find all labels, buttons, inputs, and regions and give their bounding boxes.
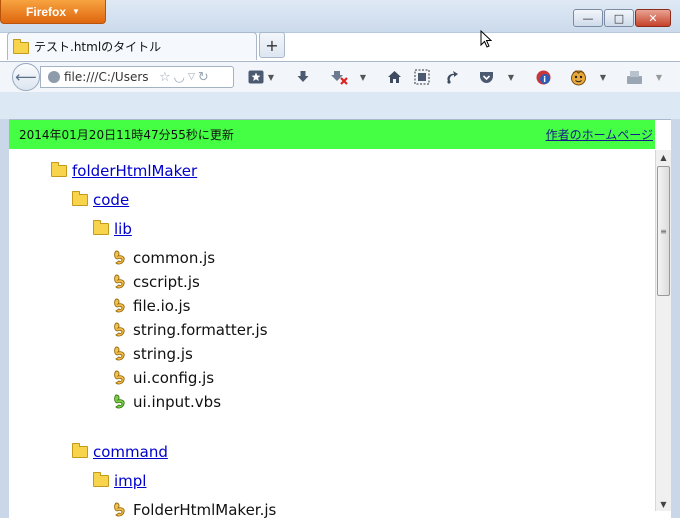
file-name: common.js (133, 249, 216, 267)
dropdown-icon[interactable]: ▽ (188, 72, 195, 82)
file-name: ui.input.vbs (133, 393, 222, 411)
pocket-dropdown-icon[interactable]: ▼ (506, 67, 516, 87)
update-header: 2014年01月20日11時47分55秒に更新 作者のホームページ (9, 120, 655, 149)
file-name: FolderHtmlMaker.js (133, 501, 277, 518)
tree-folder-command[interactable]: command (72, 443, 168, 461)
window-frame-left (0, 119, 9, 518)
folder-icon (51, 162, 67, 177)
js-script-icon (114, 250, 125, 265)
screenshot-icon[interactable] (412, 67, 432, 87)
file-name: cscript.js (133, 273, 200, 291)
reload-icon[interactable]: ↻ (198, 70, 209, 85)
folder-icon (72, 191, 88, 206)
vertical-scrollbar[interactable]: ▲ ≡ ▼ (655, 150, 671, 511)
bookmarks-toolbar (0, 92, 680, 120)
chevron-down-icon: ▼ (72, 7, 80, 16)
svg-text:i: i (543, 75, 546, 84)
url-input[interactable] (64, 70, 156, 84)
tree-file[interactable]: string.js (113, 345, 193, 363)
back-arrow-icon: ⟵ (15, 68, 37, 86)
tree-folder-impl[interactable]: impl (93, 472, 146, 490)
vbs-script-icon (114, 394, 125, 409)
tab-label: テスト.htmlのタイトル (34, 40, 162, 54)
folder-icon (93, 220, 109, 235)
scroll-up-arrow-icon[interactable]: ▲ (656, 150, 671, 164)
globe-icon (48, 71, 60, 83)
tree-file[interactable]: cscript.js (113, 273, 200, 291)
js-script-icon (114, 502, 125, 517)
new-tab-button[interactable]: + (259, 32, 285, 58)
firefox-menu-button[interactable]: Firefox ▼ (0, 0, 106, 24)
downloads-icon[interactable] (294, 67, 312, 87)
page-content: 2014年01月20日11時47分55秒に更新 作者のホームページ folder… (9, 120, 655, 518)
firefox-menu-label: Firefox (26, 4, 67, 19)
folder-link[interactable]: impl (114, 472, 146, 490)
folder-icon (13, 39, 29, 54)
folder-icon (72, 443, 88, 458)
folder-icon (93, 472, 109, 487)
star-icon[interactable]: ☆ (159, 70, 171, 85)
tree-folder-code[interactable]: code (72, 191, 129, 209)
file-name: string.formatter.js (133, 321, 268, 339)
tree-file[interactable]: ui.input.vbs (113, 393, 221, 411)
folder-link[interactable]: folderHtmlMaker (72, 162, 197, 180)
file-name: ui.config.js (133, 369, 215, 387)
js-script-icon (114, 322, 125, 337)
pocket-icon[interactable] (477, 67, 495, 87)
pocket-save-icon[interactable]: ◡ (174, 70, 185, 85)
tree-folder-root[interactable]: folderHtmlMaker (51, 162, 197, 180)
folder-link[interactable]: code (93, 191, 129, 209)
avatar-dropdown-icon[interactable]: ▼ (598, 67, 608, 87)
minimize-button[interactable]: — (573, 9, 603, 27)
folder-link[interactable]: lib (114, 220, 132, 238)
url-bar[interactable]: ☆ ◡ ▽ ↻ (40, 66, 234, 88)
bookmarks-icon[interactable] (246, 67, 266, 87)
js-script-icon (114, 298, 125, 313)
js-script-icon (114, 370, 125, 385)
addon-blocked-icon[interactable] (330, 67, 350, 87)
tab-active[interactable]: テスト.htmlのタイトル (7, 32, 257, 60)
file-name: file.io.js (133, 297, 191, 315)
scroll-down-arrow-icon[interactable]: ▼ (656, 497, 671, 511)
author-homepage-link[interactable]: 作者のホームページ (546, 126, 653, 143)
back-button[interactable]: ⟵ (12, 63, 40, 91)
tree-file[interactable]: string.formatter.js (113, 321, 268, 339)
folder-link[interactable]: command (93, 443, 168, 461)
close-button[interactable]: ✕ (635, 9, 671, 27)
tree-file[interactable]: file.io.js (113, 297, 190, 315)
addon-info-icon[interactable]: i (533, 67, 553, 87)
updated-timestamp: 2014年01月20日11時47分55秒に更新 (19, 128, 234, 142)
plugin-dropdown-icon[interactable]: ▼ (654, 67, 664, 87)
file-name: string.js (133, 345, 193, 363)
addon-dropdown-icon[interactable]: ▼ (358, 67, 368, 87)
plugin-icon[interactable] (624, 67, 644, 87)
tab-strip: テスト.htmlのタイトル + (0, 32, 680, 62)
window-frame-right (671, 119, 680, 518)
tree-file[interactable]: FolderHtmlMaker.js (113, 501, 276, 518)
js-script-icon (114, 346, 125, 361)
scrollbar-thumb[interactable]: ≡ (657, 166, 670, 296)
maximize-button[interactable]: □ (604, 9, 634, 27)
home-icon[interactable] (385, 67, 403, 87)
tree-file[interactable]: ui.config.js (113, 369, 214, 387)
navigation-toolbar: ⟵ ☆ ◡ ▽ ↻ ▼ ▼ ▼ i ▼ ▼ (0, 61, 680, 92)
title-bar: Firefox ▼ — □ ✕ (0, 0, 680, 33)
tree-file[interactable]: common.js (113, 249, 215, 267)
bookmarks-dropdown-icon[interactable]: ▼ (266, 67, 276, 87)
avatar-icon[interactable] (568, 67, 588, 87)
js-script-icon (114, 274, 125, 289)
tree-folder-lib[interactable]: lib (93, 220, 132, 238)
sync-icon[interactable] (442, 67, 462, 87)
